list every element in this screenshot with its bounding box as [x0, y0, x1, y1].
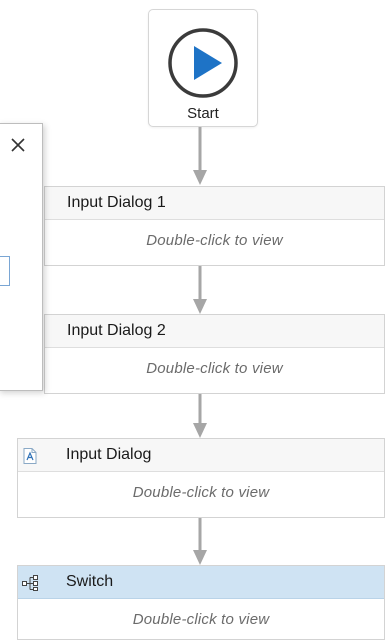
start-node[interactable]: Start — [148, 9, 258, 127]
activity-title: Switch — [66, 573, 114, 590]
activity-title: Input Dialog 2 — [67, 322, 166, 339]
activity-body[interactable]: Double-click to view — [45, 348, 384, 393]
workflow-canvas[interactable]: Start Input Dialog 1 Double-click to vie… — [0, 0, 385, 640]
activity-hint: Double-click to view — [146, 360, 283, 377]
activity-input-dialog[interactable]: Input Dialog Double-click to view — [17, 438, 385, 518]
activity-title: Input Dialog 1 — [67, 194, 166, 211]
dialog-input-field[interactable] — [0, 256, 10, 286]
activity-header[interactable]: Input Dialog — [18, 439, 384, 472]
activity-title: Input Dialog — [66, 446, 152, 463]
input-dialog-icon — [23, 448, 37, 464]
floating-dialog-panel — [0, 123, 43, 391]
connector-arrow — [193, 394, 207, 438]
activity-hint: Double-click to view — [132, 611, 270, 628]
connector-arrow — [193, 518, 207, 565]
activity-body[interactable]: Double-click to view — [18, 599, 384, 640]
switch-icon — [22, 575, 38, 591]
connector-arrow — [193, 127, 207, 185]
activity-body[interactable]: Double-click to view — [45, 220, 384, 265]
activity-hint: Double-click to view — [146, 232, 283, 249]
activity-hint: Double-click to view — [132, 484, 270, 501]
activity-header-selected[interactable]: Switch — [18, 566, 384, 599]
connector-arrow — [193, 266, 207, 314]
activity-input-dialog-2[interactable]: Input Dialog 2 Double-click to view — [44, 314, 385, 394]
activity-switch[interactable]: Switch Double-click to view — [17, 565, 385, 640]
activity-header[interactable]: Input Dialog 1 — [45, 187, 384, 220]
activity-input-dialog-1[interactable]: Input Dialog 1 Double-click to view — [44, 186, 385, 266]
close-icon[interactable] — [8, 135, 28, 155]
activity-header[interactable]: Input Dialog 2 — [45, 315, 384, 348]
start-label: Start — [187, 105, 219, 122]
play-icon — [168, 28, 238, 98]
activity-body[interactable]: Double-click to view — [18, 472, 384, 517]
